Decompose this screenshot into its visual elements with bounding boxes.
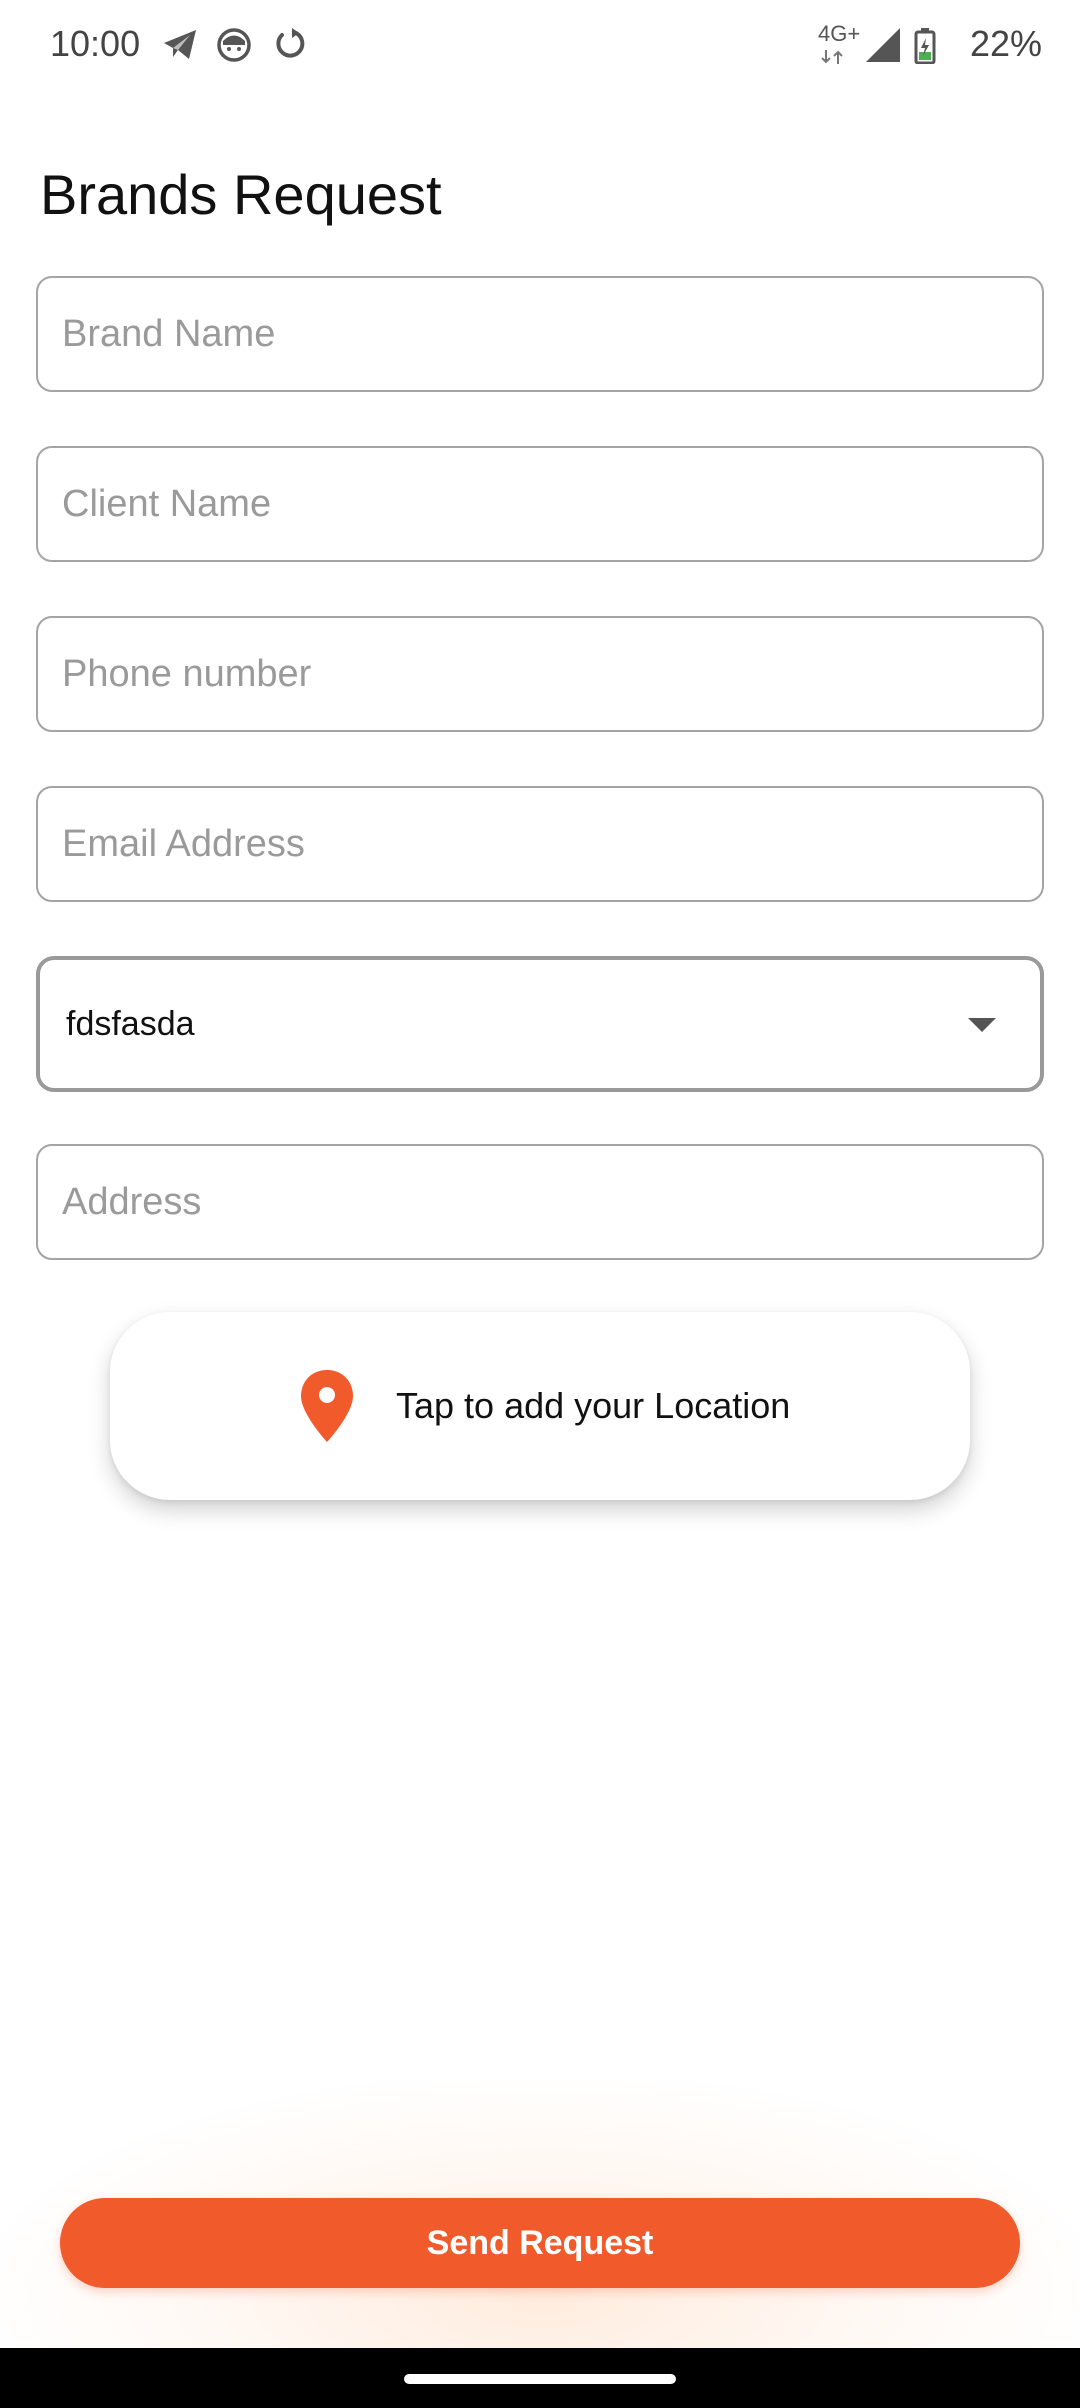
battery-icon xyxy=(914,28,936,65)
client-name-field[interactable] xyxy=(36,446,1044,562)
email-address-input[interactable] xyxy=(38,788,1042,900)
address-field[interactable] xyxy=(36,1144,1044,1260)
home-gesture-handle[interactable] xyxy=(404,2374,676,2384)
location-pin-icon xyxy=(298,1368,356,1444)
sync-icon xyxy=(270,24,310,64)
phone-number-field[interactable] xyxy=(36,616,1044,732)
network-type-label: 4G+ xyxy=(818,21,861,46)
client-name-input[interactable] xyxy=(38,448,1042,560)
brand-dropdown[interactable]: fdsfasda xyxy=(36,956,1044,1092)
signal-icon xyxy=(864,26,902,64)
face-icon xyxy=(214,24,254,64)
status-bar: 10:00 4G+ 22% xyxy=(0,0,1080,88)
email-address-field[interactable] xyxy=(36,786,1044,902)
add-location-button[interactable]: Tap to add your Location xyxy=(110,1312,970,1500)
add-location-label: Tap to add your Location xyxy=(396,1385,791,1426)
page-title: Brands Request xyxy=(40,162,442,226)
address-input[interactable] xyxy=(38,1146,1042,1258)
battery-percentage: 22% xyxy=(969,23,1042,64)
brand-name-input[interactable] xyxy=(38,278,1042,390)
send-request-button[interactable]: Send Request xyxy=(60,2198,1020,2288)
system-navigation-bar xyxy=(0,2348,1080,2408)
brand-name-field[interactable] xyxy=(36,276,1044,392)
telegram-icon xyxy=(160,24,200,64)
phone-number-input[interactable] xyxy=(38,618,1042,730)
network-4g-icon xyxy=(820,50,844,64)
status-time: 10:00 xyxy=(50,23,141,64)
dropdown-selected-value: fdsfasda xyxy=(66,1005,195,1043)
chevron-down-icon[interactable] xyxy=(968,1018,996,1032)
